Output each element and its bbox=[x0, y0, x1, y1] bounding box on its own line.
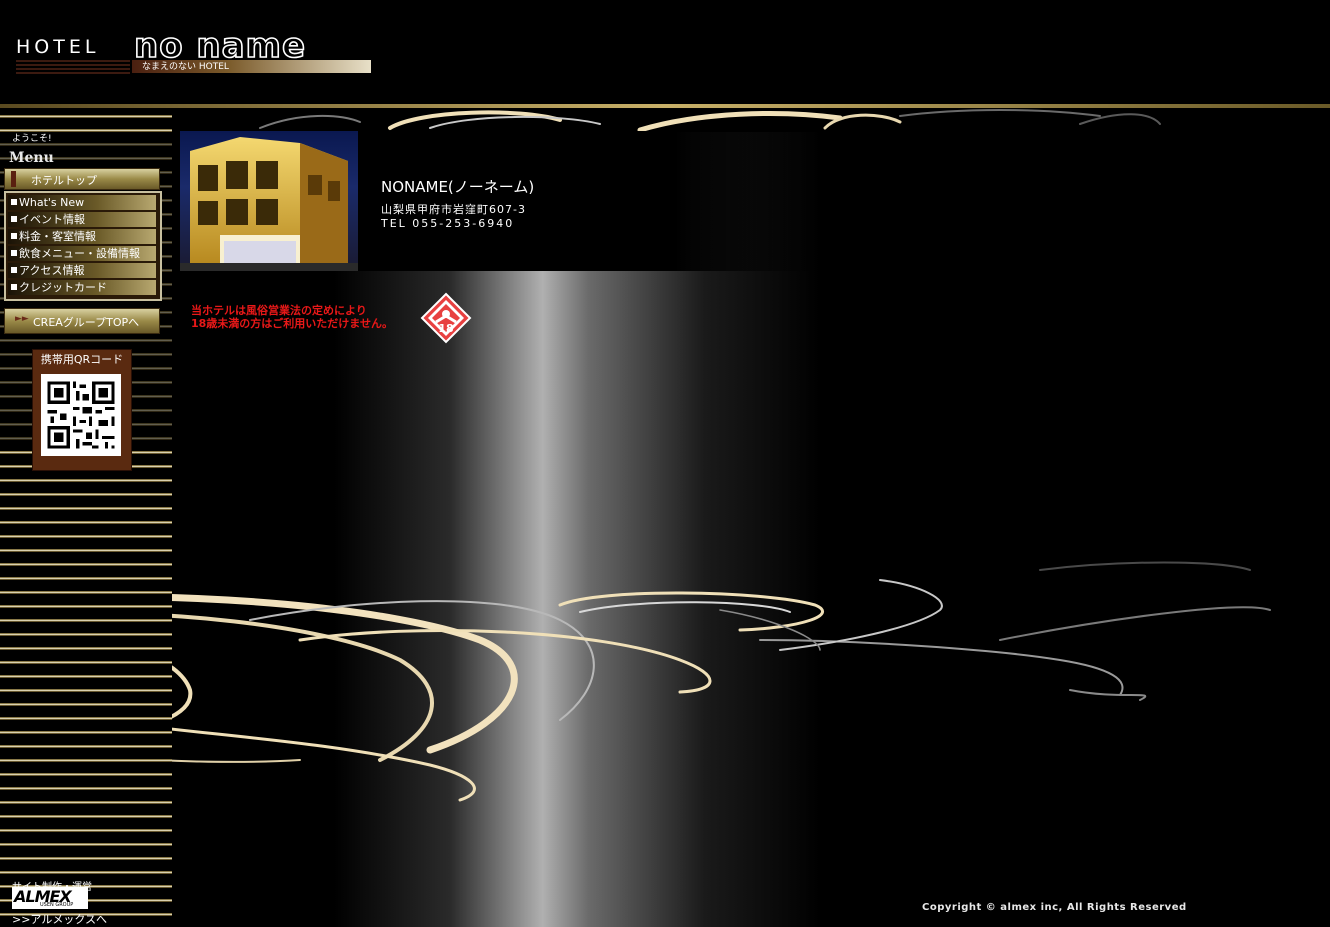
menu-heading: Menu bbox=[9, 150, 54, 166]
almex-link[interactable]: >>アルメックスへ bbox=[12, 911, 107, 927]
square-bullet-icon bbox=[11, 250, 17, 256]
mobile-qr-panel: 携帯用QRコード bbox=[32, 349, 132, 471]
almex-logo[interactable]: ALMEX USEN GROUP bbox=[12, 887, 88, 909]
copyright: Copyright © almex inc, All Rights Reserv… bbox=[922, 902, 1187, 913]
almex-logo-subtext: USEN GROUP bbox=[40, 902, 74, 908]
square-bullet-icon bbox=[11, 284, 17, 290]
no-under-18-icon: 18 bbox=[420, 292, 472, 344]
sidebar-item-access[interactable]: アクセス情報 bbox=[8, 263, 156, 278]
notice-line-1: 当ホテルは風俗営業法の定めにより bbox=[191, 304, 367, 317]
sidebar-item-credit-card[interactable]: クレジットカード bbox=[8, 280, 156, 295]
sidebar-item-label: クレジットカード bbox=[19, 281, 107, 294]
crea-group-label: CREAグループTOPへ bbox=[33, 316, 140, 329]
sidebar-item-whats-new[interactable]: What's New bbox=[8, 195, 156, 210]
sidebar-menu: What's New イベント情報 料金・客室情報 飲食メニュー・設備情報 アク… bbox=[4, 191, 162, 301]
square-bullet-icon bbox=[11, 267, 17, 273]
sidebar-item-label: What's New bbox=[19, 196, 85, 209]
welcome-text: ようこそ! bbox=[12, 134, 52, 144]
hotel-name: NONAME(ノーネーム) bbox=[381, 178, 535, 196]
crea-group-top-button[interactable]: ►► CREAグループTOPへ bbox=[4, 308, 160, 334]
hotel-top-label: ホテルトップ bbox=[31, 174, 97, 187]
sidebar-item-label: アクセス情報 bbox=[19, 264, 85, 277]
double-arrow-icon: ►► bbox=[15, 314, 29, 324]
square-bullet-icon bbox=[11, 216, 17, 222]
hotel-photo bbox=[180, 131, 358, 271]
hotel-top-button[interactable]: ホテルトップ bbox=[4, 168, 160, 190]
logo-subtitle: なまえのない HOTEL bbox=[142, 62, 229, 72]
sidebar-item-events[interactable]: イベント情報 bbox=[8, 212, 156, 227]
sidebar-item-label: 料金・客室情報 bbox=[19, 230, 96, 243]
square-bullet-icon bbox=[11, 233, 17, 239]
hotel-tel: TEL 055-253-6940 bbox=[381, 217, 515, 230]
logo-stripes bbox=[16, 60, 130, 74]
sidebar-item-label: イベント情報 bbox=[19, 213, 85, 226]
sidebar-item-rates-rooms[interactable]: 料金・客室情報 bbox=[8, 229, 156, 244]
site-header: HOTEL no name なまえのない HOTEL bbox=[0, 0, 1330, 104]
hotel-address: 山梨県甲府市岩窪町607-3 bbox=[381, 203, 526, 216]
age-restriction-notice: 当ホテルは風俗営業法の定めにより 18歳未満の方はご利用いただけません。 bbox=[191, 304, 393, 330]
button-marker bbox=[11, 171, 16, 187]
qr-code-image bbox=[41, 374, 121, 456]
square-bullet-icon bbox=[11, 199, 17, 205]
header-swirl-band bbox=[0, 108, 1330, 132]
sidebar-item-food-facilities[interactable]: 飲食メニュー・設備情報 bbox=[8, 246, 156, 261]
qr-title: 携帯用QRコード bbox=[40, 353, 124, 366]
logo-hotel-text: HOTEL bbox=[16, 36, 100, 58]
age-badge-number: 18 bbox=[438, 322, 453, 335]
notice-line-2: 18歳未満の方はご利用いただけません。 bbox=[191, 317, 393, 330]
sidebar-item-label: 飲食メニュー・設備情報 bbox=[19, 247, 140, 260]
